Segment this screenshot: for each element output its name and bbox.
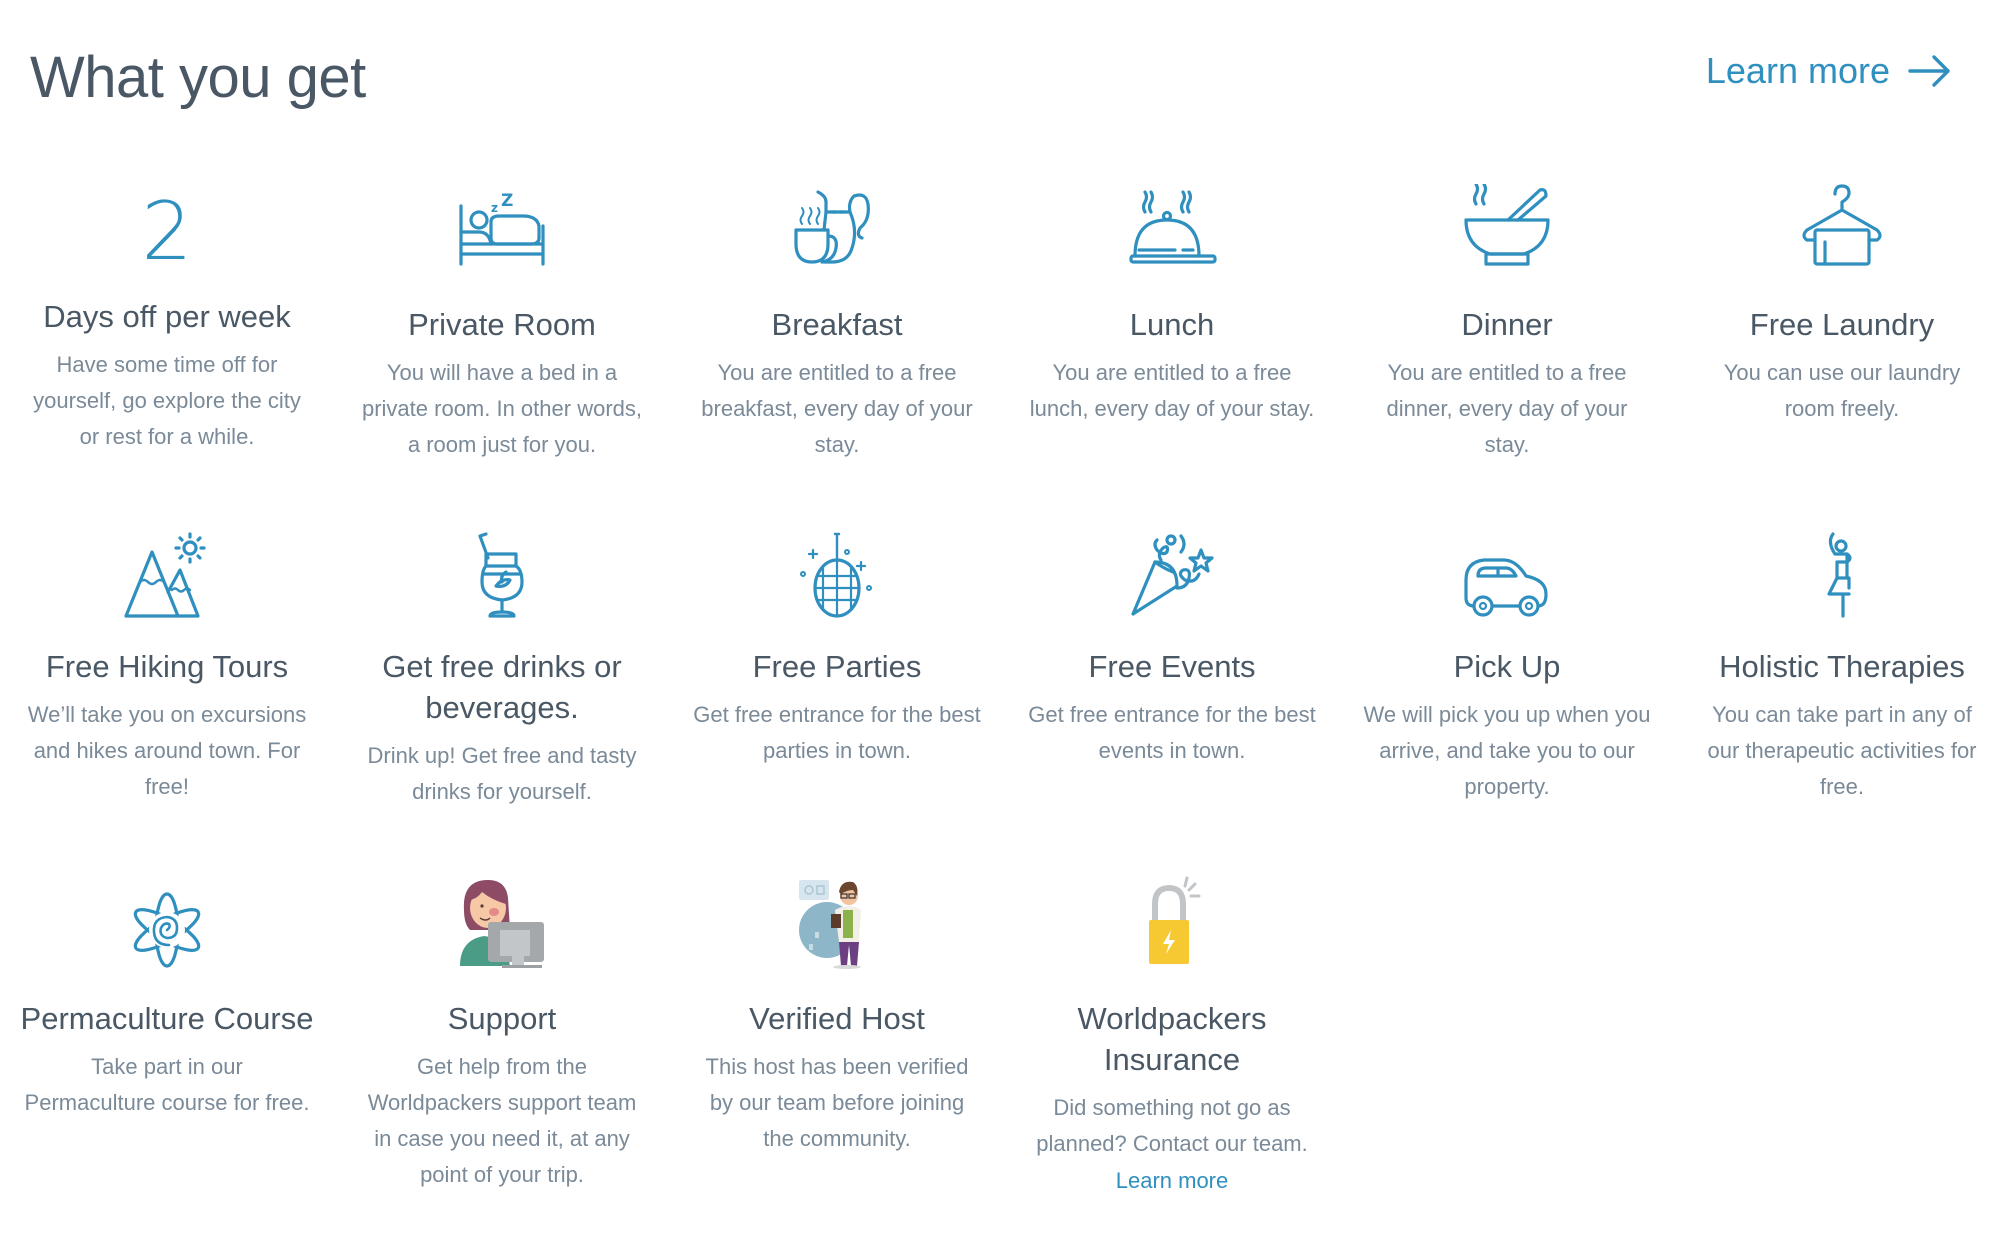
insurance-learn-more-link[interactable]: Learn more: [1116, 1168, 1229, 1194]
benefit-worldpackers-insurance: Worldpackers Insurance Did something not…: [1022, 874, 1322, 1194]
benefit-breakfast: Breakfast You are entitled to a free bre…: [687, 170, 987, 463]
benefit-hiking-tours: Free Hiking Tours We’ll take you on excu…: [17, 522, 317, 805]
breakfast-icon: [794, 190, 870, 264]
disco-ball-icon: [800, 532, 872, 618]
benefit-free-drinks: Get free drinks or beverages. Drink up! …: [352, 522, 652, 810]
benefit-title: Pick Up: [1453, 649, 1561, 684]
benefit-description: You will have a bed in a private room. I…: [361, 360, 642, 457]
mountain-icon: [124, 532, 206, 618]
benefit-description: Get help from the Worldpackers support t…: [367, 1054, 637, 1187]
bowl-icon: [1464, 184, 1550, 266]
benefit-lunch: Lunch You are entitled to a free lunch, …: [1022, 170, 1322, 427]
flower-spiral-icon: [133, 892, 201, 968]
benefit-description: You are entitled to a free breakfast, ev…: [701, 360, 973, 457]
benefit-title: Days off per week: [43, 299, 291, 334]
benefit-description: You are entitled to a free lunch, every …: [1029, 360, 1315, 421]
svg-text:z: z: [491, 201, 498, 215]
svg-text:Z: Z: [501, 192, 513, 211]
benefit-description: You are entitled to a free dinner, every…: [1386, 360, 1628, 457]
bed-icon: z Z: [459, 192, 545, 266]
benefit-title: Free Events: [1088, 649, 1256, 684]
benefit-title: Free Parties: [752, 649, 922, 684]
benefit-pick-up: Pick Up We will pick you up when you arr…: [1357, 522, 1657, 805]
benefit-description: Get free entrance for the best events in…: [1028, 702, 1316, 763]
benefit-free-events: Free Events Get free entrance for the be…: [1022, 522, 1322, 769]
learn-more-label: Learn more: [1705, 50, 1890, 91]
benefit-title: Lunch: [1129, 307, 1215, 342]
benefit-title: Free Laundry: [1749, 307, 1935, 342]
learn-more-link[interactable]: Learn more: [1706, 50, 1952, 92]
benefit-title: Permaculture Course: [20, 1001, 314, 1036]
benefit-permaculture-course: Permaculture Course Take part in our Per…: [17, 874, 317, 1121]
support-agent-illustration: [460, 880, 544, 968]
party-popper-icon: [1131, 534, 1214, 616]
benefit-title: Breakfast: [771, 307, 903, 342]
benefit-description: Get free entrance for the best parties i…: [693, 702, 981, 763]
benefit-days-off: 2 Days off per week Have some time off f…: [17, 170, 317, 455]
benefit-description: We’ll take you on excursions and hikes a…: [27, 702, 307, 799]
benefit-free-laundry: Free Laundry You can use our laundry roo…: [1692, 170, 1992, 427]
benefit-title: Dinner: [1461, 307, 1553, 342]
hanger-icon: [1802, 184, 1882, 266]
benefit-description: We will pick you up when you arrive, and…: [1363, 702, 1651, 799]
benefit-title: Get free drinks or beverages.: [382, 649, 622, 725]
benefit-private-room: z Z Private Room You will have a bed in …: [352, 170, 652, 463]
days-off-number: 2: [141, 185, 193, 278]
benefit-description: Did something not go as planned? Contact…: [1036, 1095, 1308, 1156]
arrow-right-icon: [1908, 55, 1950, 87]
benefit-description: This host has been verified by our team …: [705, 1054, 969, 1151]
benefit-dinner: Dinner You are entitled to a free dinner…: [1357, 170, 1657, 463]
benefit-description: Have some time off for yourself, go expl…: [33, 352, 301, 449]
benefit-title: Free Hiking Tours: [45, 649, 289, 684]
benefit-free-parties: Free Parties Get free entrance for the b…: [687, 522, 987, 769]
benefit-description: Take part in our Permaculture course for…: [24, 1054, 310, 1115]
padlock-icon: [1149, 876, 1201, 964]
benefit-title: Private Room: [408, 307, 596, 342]
benefit-holistic-therapies: Holistic Therapies You can take part in …: [1692, 522, 1992, 805]
benefit-description: Drink up! Get free and tasty drinks for …: [367, 743, 637, 804]
benefit-title: Holistic Therapies: [1719, 649, 1965, 684]
yoga-icon: [1827, 532, 1852, 618]
benefit-title: Worldpackers Insurance: [1077, 1001, 1267, 1077]
benefit-description: You can use our laundry room freely.: [1723, 360, 1961, 421]
benefit-verified-host: Verified Host This host has been verifie…: [687, 874, 987, 1157]
benefit-description: You can take part in any of our therapeu…: [1707, 702, 1977, 799]
benefit-support: Support Get help from the Worldpackers s…: [352, 874, 652, 1193]
cocktail-icon: [478, 532, 524, 618]
benefit-title: Verified Host: [749, 1001, 925, 1036]
car-icon: [1464, 558, 1548, 617]
verified-host-illustration: [799, 880, 861, 969]
page-title: What you get: [30, 45, 366, 110]
cloche-icon: [1129, 190, 1217, 264]
benefit-title: Support: [447, 1001, 557, 1036]
